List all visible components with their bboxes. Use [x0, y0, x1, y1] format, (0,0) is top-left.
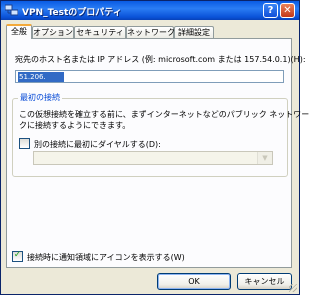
network-connection-icon [5, 4, 18, 16]
host-input-value: 51.206. [18, 72, 64, 82]
tab-security[interactable]: セキュリティ [74, 26, 126, 38]
cancel-button[interactable]: キャンセル [237, 273, 292, 290]
properties-dialog: VPN_Testのプロパティ ? ✕ 全般 オプション セキュリティ ネットワー… [0, 0, 309, 295]
title-bar[interactable]: VPN_Testのプロパティ ? ✕ [1, 1, 299, 20]
window-title: VPN_Testのプロパティ [22, 8, 122, 18]
first-connect-description-line2: クに接続するようにできます。 [19, 121, 131, 130]
close-button[interactable]: ✕ [280, 3, 295, 18]
tab-options[interactable]: オプション [32, 26, 74, 38]
tab-advanced[interactable]: 詳細設定 [174, 26, 214, 38]
host-input[interactable]: 51.206. [15, 70, 284, 83]
tab-network[interactable]: ネットワーク [126, 26, 175, 38]
show-icon-label: 接続時に通知領域にアイコンを表示する(W) [27, 253, 185, 262]
chevron-down-icon[interactable]: ▼ [257, 152, 272, 164]
dial-first-label: 別の接続に最初にダイヤルする(D): [34, 140, 161, 149]
show-icon-checkbox[interactable]: ✓ [12, 250, 23, 262]
help-button[interactable]: ? [263, 3, 278, 18]
dial-first-connection-select[interactable]: ▼ [33, 151, 273, 165]
checkmark-icon: ✓ [13, 250, 22, 260]
dial-first-checkbox[interactable] [19, 138, 30, 149]
tab-general[interactable]: 全般 [6, 24, 32, 39]
host-label: 宛先のホスト名または IP アドレス (例: microsoft.com または… [15, 55, 306, 64]
resize-grip[interactable] [289, 284, 297, 292]
first-connect-description-line1: この仮想接続を確立する前に、まずインターネットなどのパブリック ネットワー [19, 110, 310, 119]
first-connect-group-title: 最初の接続 [18, 92, 62, 103]
ok-button[interactable]: OK [157, 273, 231, 290]
